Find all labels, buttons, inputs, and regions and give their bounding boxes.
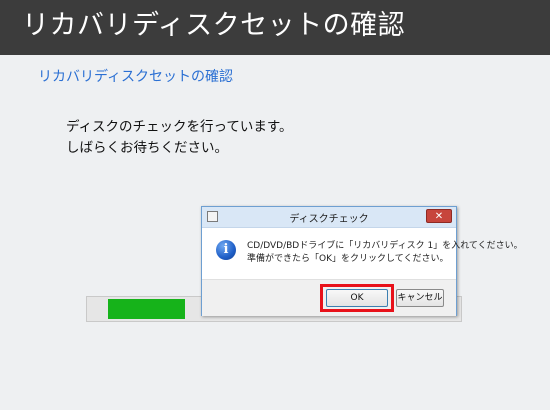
status-message-line2: しばらくお待ちください。 xyxy=(66,140,228,156)
close-button[interactable]: ✕ xyxy=(426,209,452,223)
dialog-title: ディスクチェック xyxy=(289,214,369,225)
dialog-message: CD/DVD/BDドライブに「リカバリディスク 1」を入れてください。 準備がで… xyxy=(247,240,523,266)
cancel-button[interactable]: キャンセル xyxy=(396,289,444,307)
window-title: リカバリディスクセットの確認 xyxy=(22,10,406,41)
window-titlebar: リカバリディスクセットの確認 xyxy=(0,0,550,55)
dialog-message-line2: 準備ができたら「OK」をクリックしてください。 xyxy=(247,254,449,264)
info-icon: i xyxy=(216,240,236,260)
dialog-footer: OK キャンセル xyxy=(202,279,456,316)
dialog-message-line1: CD/DVD/BDドライブに「リカバリディスク 1」を入れてください。 xyxy=(247,241,523,251)
status-message-line1: ディスクのチェックを行っています。 xyxy=(66,119,293,135)
disk-check-dialog: ディスクチェック ✕ i CD/DVD/BDドライブに「リカバリディスク 1」を… xyxy=(201,206,523,316)
status-message: ディスクのチェックを行っています。 しばらくお待ちください。 xyxy=(66,117,293,159)
dialog-titlebar: ディスクチェック ✕ xyxy=(202,207,456,228)
progress-bar-fill xyxy=(108,299,185,319)
ok-button[interactable]: OK xyxy=(326,289,388,307)
page-heading: リカバリディスクセットの確認 xyxy=(38,69,234,85)
screen: リカバリディスクセットの確認 リカバリディスクセットの確認 ディスクのチェックを… xyxy=(0,0,550,410)
dialog-body: i CD/DVD/BDドライブに「リカバリディスク 1」を入れてください。 準備… xyxy=(202,228,523,278)
